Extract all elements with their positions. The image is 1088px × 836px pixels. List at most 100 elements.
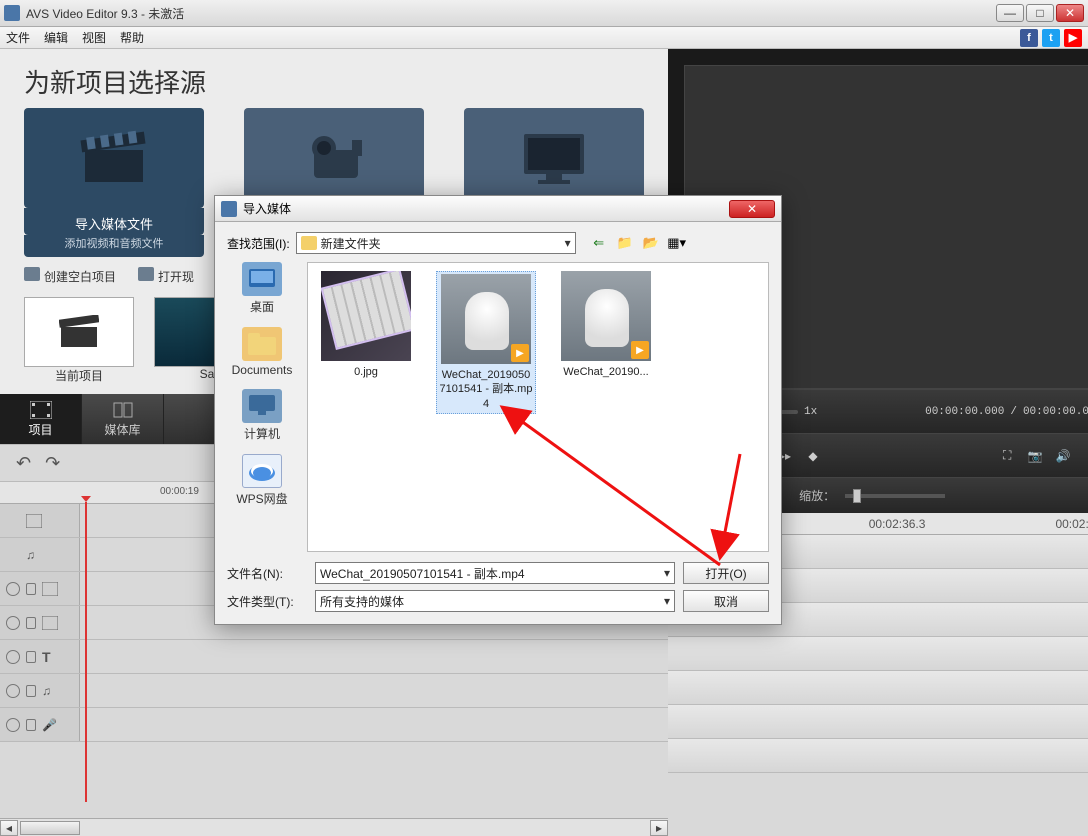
dialog-titlebar[interactable]: 导入媒体 ✕ <box>215 196 781 222</box>
folder-icon <box>301 236 317 250</box>
filmstrip-icon <box>42 582 58 596</box>
playhead[interactable] <box>85 502 87 802</box>
new-folder-icon[interactable]: 📂 <box>642 234 660 252</box>
file-thumbnail: ▶ <box>441 274 531 364</box>
library-icon <box>112 401 134 419</box>
ruler-mark: 00:02:55.8 <box>1055 517 1088 531</box>
dialog-close-button[interactable]: ✕ <box>729 200 775 218</box>
filename-combo[interactable]: WeChat_20190507101541 - 副本.mp4▾ <box>315 562 675 584</box>
music-note-icon: ♫ <box>42 684 51 698</box>
filetype-combo[interactable]: 所有支持的媒体▾ <box>315 590 675 612</box>
eye-icon[interactable] <box>6 650 20 664</box>
eye-icon[interactable] <box>6 684 20 698</box>
file-item-wechat[interactable]: ▶ WeChat_20190... <box>556 271 656 379</box>
place-wps-cloud[interactable]: WPS网盘 <box>227 454 297 507</box>
lock-icon[interactable] <box>26 685 36 697</box>
page-title: 为新项目选择源 <box>24 63 644 100</box>
look-in-label: 查找范围(I): <box>227 235 290 252</box>
menu-view[interactable]: 视图 <box>82 29 106 46</box>
track-voice: 🎤 <box>0 708 668 742</box>
filetype-label: 文件类型(T): <box>227 593 307 610</box>
source-import-sub: 添加视频和音频文件 <box>24 235 204 257</box>
file-thumbnail: ▶ <box>561 271 651 361</box>
source-import-label: 导入媒体文件 <box>24 208 204 235</box>
timeline-scrollbar[interactable]: ◂▸ <box>0 818 668 836</box>
undo-icon[interactable]: ↶ <box>16 453 31 474</box>
maximize-button[interactable]: □ <box>1026 4 1054 22</box>
chevron-down-icon[interactable]: ▾ <box>1080 445 1088 467</box>
window-title: AVS Video Editor 9.3 - 未激活 <box>26 5 996 22</box>
place-documents[interactable]: Documents <box>227 327 297 377</box>
lock-icon[interactable] <box>26 651 36 663</box>
fullscreen-icon[interactable]: ⛶ <box>996 445 1018 467</box>
tab-project[interactable]: 项目 <box>0 394 82 444</box>
tab-library[interactable]: 媒体库 <box>82 394 164 444</box>
scroll-left-button[interactable]: ◂ <box>0 820 18 836</box>
view-menu-icon[interactable]: ▦▾ <box>668 234 686 252</box>
volume-icon[interactable]: 🔊 <box>1052 445 1074 467</box>
eye-icon[interactable] <box>6 616 20 630</box>
play-badge-icon: ▶ <box>631 341 649 359</box>
youtube-icon[interactable]: ▶ <box>1064 29 1082 47</box>
source-import-media[interactable]: 导入媒体文件 添加视频和音频文件 <box>24 108 204 257</box>
time-current: 00:00:00.000 <box>925 406 1004 418</box>
dialog-icon <box>221 201 237 217</box>
snapshot-icon[interactable]: 📷 <box>1024 445 1046 467</box>
eye-icon[interactable] <box>6 718 20 732</box>
zoom-label: 缩放： <box>799 487 835 504</box>
scroll-thumb[interactable] <box>20 821 80 835</box>
file-thumbnail <box>321 271 411 361</box>
file-item-0jpg[interactable]: 0.jpg <box>316 271 416 379</box>
lock-icon[interactable] <box>26 617 36 629</box>
play-badge-icon: ▶ <box>511 344 529 362</box>
file-list[interactable]: 0.jpg ▶ WeChat_20190507101541 - 副本.mp4 ▶… <box>307 262 769 552</box>
menu-edit[interactable]: 编辑 <box>44 29 68 46</box>
look-in-combo[interactable]: 新建文件夹 ▾ <box>296 232 576 254</box>
camcorder-icon <box>294 126 374 190</box>
lock-icon[interactable] <box>26 583 36 595</box>
chevron-down-icon: ▾ <box>565 236 571 250</box>
zoom-slider[interactable] <box>845 494 945 498</box>
scroll-right-button[interactable]: ▸ <box>650 820 668 836</box>
place-desktop[interactable]: 桌面 <box>227 262 297 315</box>
menu-help[interactable]: 帮助 <box>120 29 144 46</box>
up-folder-icon[interactable]: 📁 <box>616 234 634 252</box>
filmstrip-icon <box>30 401 52 419</box>
places-bar: 桌面 Documents 计算机 WPS网盘 <box>227 262 297 552</box>
thumb-current-project[interactable]: 当前项目 <box>24 297 134 384</box>
app-icon <box>4 5 20 21</box>
chevron-down-icon: ▾ <box>664 566 670 580</box>
cancel-button[interactable]: 取消 <box>683 590 769 612</box>
chevron-down-icon: ▾ <box>664 594 670 608</box>
redo-icon[interactable]: ↷ <box>45 453 60 474</box>
create-blank-project[interactable]: 创建空白项目 <box>24 267 116 285</box>
file-item-wechat-copy[interactable]: ▶ WeChat_20190507101541 - 副本.mp4 <box>436 271 536 414</box>
place-computer[interactable]: 计算机 <box>227 389 297 442</box>
ruler-mark: 00:02:36.3 <box>869 517 926 531</box>
window-titlebar: AVS Video Editor 9.3 - 未激活 — □ ✕ <box>0 0 1088 27</box>
open-button[interactable]: 打开(O) <box>683 562 769 584</box>
eye-icon[interactable] <box>6 582 20 596</box>
track-text: T <box>0 640 668 674</box>
text-icon: T <box>42 649 51 665</box>
close-button[interactable]: ✕ <box>1056 4 1084 22</box>
lock-icon[interactable] <box>26 719 36 731</box>
facebook-icon[interactable]: f <box>1020 29 1038 47</box>
speed-label: 1x <box>804 406 817 418</box>
open-existing-project[interactable]: 打开现 <box>138 267 194 285</box>
filmstrip-icon <box>26 514 42 528</box>
menu-file[interactable]: 文件 <box>6 29 30 46</box>
filename-label: 文件名(N): <box>227 565 307 582</box>
marker-button[interactable]: ◆ <box>802 445 824 467</box>
ruler-mark: 00:00:19 <box>160 486 199 497</box>
minimize-button[interactable]: — <box>996 4 1024 22</box>
mic-icon: 🎤 <box>42 718 57 732</box>
track-music: ♫ <box>0 674 668 708</box>
folder-icon <box>24 267 40 281</box>
back-icon[interactable]: ⇐ <box>590 234 608 252</box>
import-media-dialog: 导入媒体 ✕ 查找范围(I): 新建文件夹 ▾ ⇐ 📁 📂 ▦▾ 桌面 Docu… <box>214 195 782 625</box>
twitter-icon[interactable]: t <box>1042 29 1060 47</box>
menu-bar: 文件 编辑 视图 帮助 f t ▶ <box>0 27 1088 49</box>
clapper-icon <box>79 128 149 188</box>
clapper-icon <box>59 315 99 349</box>
